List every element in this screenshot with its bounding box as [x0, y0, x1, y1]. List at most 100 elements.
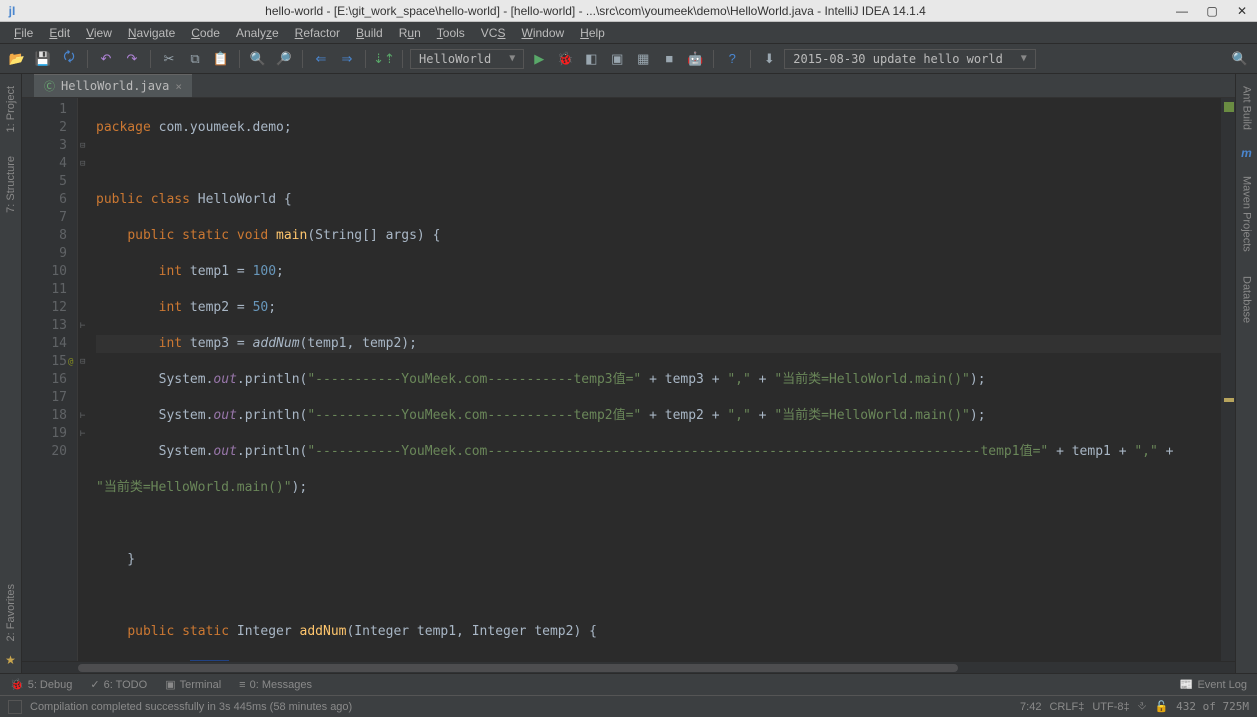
code-content[interactable]: package com.youmeek.demo; public class H… [92, 98, 1221, 661]
file-encoding[interactable]: UTF-8‡ [1092, 701, 1129, 713]
readonly-lock-icon[interactable]: 🔓 [1154, 700, 1168, 713]
scrollbar-thumb[interactable] [78, 664, 958, 672]
help-icon[interactable]: ? [721, 48, 743, 70]
insert-mode-icon[interactable]: ⎀ [1138, 700, 1147, 713]
line-separator[interactable]: CRLF‡ [1049, 701, 1084, 713]
menu-vcs[interactable]: VCS [475, 24, 512, 42]
menu-refactor[interactable]: Refactor [289, 24, 346, 42]
tab-filename: HelloWorld.java [61, 79, 169, 93]
line-number-gutter[interactable]: 1234 5678 9101112 13141516 17181920 [22, 98, 78, 661]
cut-icon[interactable]: ✂ [158, 48, 180, 70]
maximize-button[interactable]: ▢ [1197, 4, 1227, 18]
terminal-icon: ▣ [165, 678, 175, 691]
tool-todo[interactable]: ✓6: TODO [90, 678, 147, 691]
tool-project[interactable]: 1: Project [5, 86, 17, 132]
right-tool-rail: Ant Build m Maven Projects Database [1235, 74, 1257, 673]
maven-icon: m [1241, 146, 1252, 160]
messages-icon: ≡ [239, 679, 245, 691]
tool-ant[interactable]: Ant Build [1241, 86, 1253, 130]
fold-marker-icon[interactable]: ⊟ [80, 137, 85, 155]
caret-position[interactable]: 7:42 [1020, 701, 1041, 713]
menu-help[interactable]: Help [574, 24, 611, 42]
tool-structure[interactable]: 7: Structure [5, 156, 17, 213]
coverage-icon[interactable]: ◧ [580, 48, 602, 70]
tool-maven[interactable]: Maven Projects [1241, 176, 1253, 252]
save-icon[interactable]: 💾 [32, 48, 54, 70]
profiler-icon[interactable]: ▦ [632, 48, 654, 70]
menu-window[interactable]: Window [515, 24, 570, 42]
tool-messages[interactable]: ≡0: Messages [239, 679, 312, 691]
status-bar: Compilation completed successfully in 3s… [0, 695, 1257, 717]
tool-event-log[interactable]: 📰Event Log [1180, 678, 1247, 691]
paste-icon[interactable]: 📋 [210, 48, 232, 70]
undo-icon[interactable]: ↶ [95, 48, 117, 70]
window-title: hello-world - [E:\git_work_space\hello-w… [24, 4, 1167, 18]
stop-icon[interactable]: ■ [658, 48, 680, 70]
code-editor[interactable]: 1234 5678 9101112 13141516 17181920 ⊟ ⊟ … [22, 98, 1235, 661]
editor-tab[interactable]: Ⓒ HelloWorld.java × [34, 74, 192, 97]
todo-icon: ✓ [90, 678, 99, 691]
log-icon: 📰 [1180, 678, 1194, 691]
menu-code[interactable]: Code [185, 24, 226, 42]
tool-favorites[interactable]: 2: Favorites [5, 584, 17, 641]
recursive-mark-icon: @ [68, 353, 73, 371]
copy-icon[interactable]: ⧉ [184, 48, 206, 70]
menu-navigate[interactable]: Navigate [122, 24, 181, 42]
memory-indicator[interactable]: 432 of 725M [1176, 700, 1249, 713]
fold-end-icon[interactable]: ⊢ [80, 317, 85, 335]
horizontal-scrollbar[interactable] [22, 661, 1235, 673]
vcs-action-selector[interactable]: 2015-08-30 update hello world ▼ [784, 49, 1036, 69]
error-stripe[interactable] [1221, 98, 1235, 661]
fold-gutter[interactable]: ⊟ ⊟ ⊢ ⊟ ⊢ ⊢ @ [78, 98, 92, 661]
menu-tools[interactable]: Tools [431, 24, 471, 42]
open-icon[interactable]: 📂 [6, 48, 28, 70]
warning-marker-icon[interactable] [1224, 398, 1234, 402]
star-icon: ★ [5, 653, 16, 667]
fold-marker-icon[interactable]: ⊟ [80, 155, 85, 173]
replace-icon[interactable]: 🔎 [273, 48, 295, 70]
redo-icon[interactable]: ↷ [121, 48, 143, 70]
toolbar: 📂 💾 🗘 ↶ ↷ ✂ ⧉ 📋 🔍 🔎 ⇐ ⇒ ⇣⇡ HelloWorld ▼ … [0, 44, 1257, 74]
bug-icon: 🐞 [10, 678, 24, 691]
vcs-update-icon[interactable]: ⬇ [758, 48, 780, 70]
menu-run[interactable]: Run [393, 24, 427, 42]
back-icon[interactable]: ⇐ [310, 48, 332, 70]
tool-database[interactable]: Database [1241, 276, 1253, 323]
minimize-button[interactable]: — [1167, 4, 1197, 18]
tool-debug[interactable]: 🐞5: Debug [10, 678, 72, 691]
inspection-ok-icon [1224, 102, 1234, 112]
make-icon[interactable]: ⇣⇡ [373, 48, 395, 70]
close-button[interactable]: ✕ [1227, 4, 1257, 18]
editor-tabs: Ⓒ HelloWorld.java × [22, 74, 1235, 98]
close-tab-icon[interactable]: × [175, 80, 182, 93]
left-tool-rail: 1: Project 7: Structure 2: Favorites ★ [0, 74, 22, 673]
menu-edit[interactable]: Edit [43, 24, 76, 42]
java-class-icon: Ⓒ [44, 78, 55, 94]
run-config-selector[interactable]: HelloWorld ▼ [410, 49, 524, 69]
dropdown-icon: ▼ [509, 53, 515, 64]
find-icon[interactable]: 🔍 [247, 48, 269, 70]
forward-icon[interactable]: ⇒ [336, 48, 358, 70]
search-everywhere-icon[interactable]: 🔍 [1229, 48, 1251, 70]
app-logo-icon: јӀ [0, 4, 24, 18]
fold-end-icon[interactable]: ⊢ [80, 407, 85, 425]
run-icon[interactable]: ▶ [528, 48, 550, 70]
android-icon[interactable]: 🤖 [684, 48, 706, 70]
fold-end-icon[interactable]: ⊢ [80, 425, 85, 443]
menu-bar: File Edit View Navigate Code Analyze Ref… [0, 22, 1257, 44]
tool-terminal[interactable]: ▣Terminal [165, 678, 221, 691]
attach-icon[interactable]: ▣ [606, 48, 628, 70]
menu-file[interactable]: File [8, 24, 39, 42]
dropdown-icon: ▼ [1021, 53, 1027, 64]
menu-view[interactable]: View [80, 24, 118, 42]
title-bar: јӀ hello-world - [E:\git_work_space\hell… [0, 0, 1257, 22]
sync-icon[interactable]: 🗘 [58, 48, 80, 70]
fold-marker-icon[interactable]: ⊟ [80, 353, 85, 371]
menu-analyze[interactable]: Analyze [230, 24, 285, 42]
vcs-action-label: 2015-08-30 update hello world [793, 52, 1003, 66]
menu-build[interactable]: Build [350, 24, 389, 42]
tool-window-quick-access-icon[interactable] [8, 700, 22, 714]
bottom-tool-bar: 🐞5: Debug ✓6: TODO ▣Terminal ≡0: Message… [0, 673, 1257, 695]
debug-icon[interactable]: 🐞 [554, 48, 576, 70]
run-config-label: HelloWorld [419, 52, 491, 66]
